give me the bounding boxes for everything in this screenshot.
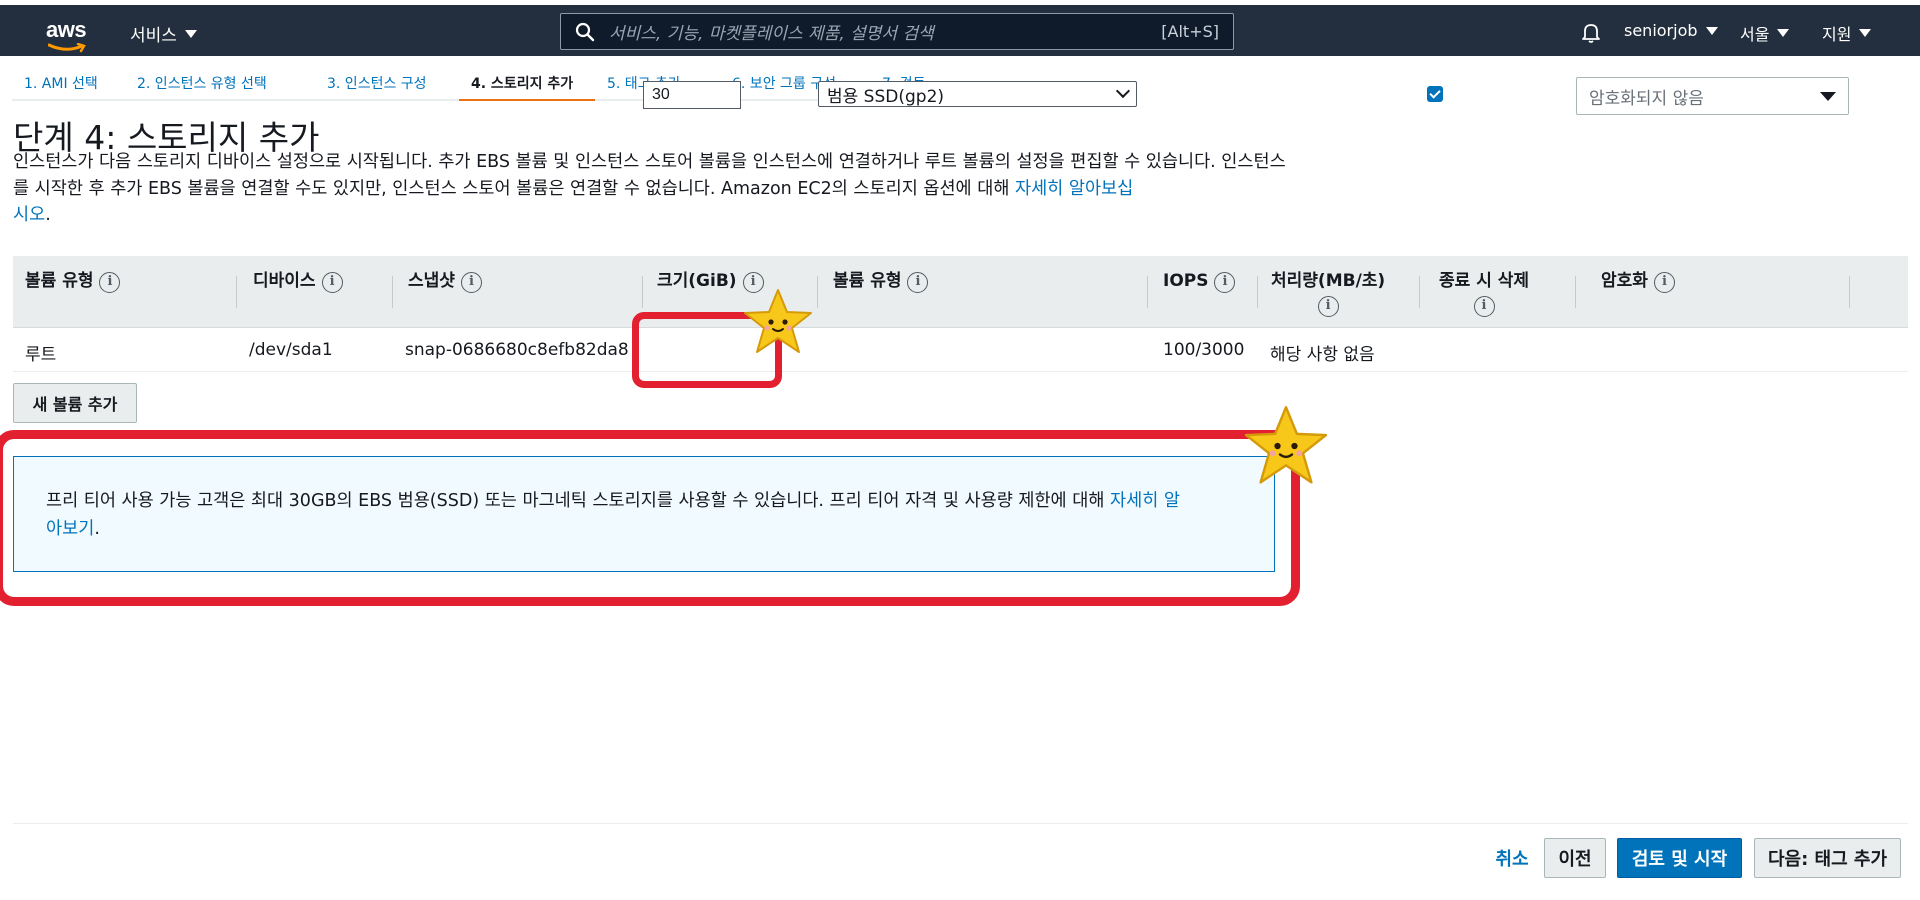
header-throughput: 처리량(MB/초) i <box>1271 270 1385 317</box>
cell-volume-type: 루트 <box>25 345 57 365</box>
learn-more-storage-link-cont[interactable]: 시오 <box>13 205 45 225</box>
table-row: 루트 /dev/sda1 snap-0686680c8efb82da8 100/… <box>13 328 1908 372</box>
encryption-select[interactable]: 암호화되지 않음 <box>1576 77 1849 115</box>
region-label: 서울 <box>1740 25 1770 44</box>
info-icon[interactable]: i <box>1214 272 1236 293</box>
storage-table: 볼륨 유형 i 디바이스 i 스냅샷 i 크기(GiB) i 볼륨 유형 i IOPS i … <box>13 256 1908 372</box>
cell-iops: 100/3000 <box>1163 340 1245 360</box>
search-placeholder: 서비스, 기능, 마켓플레이스 제품, 설명서 검색 <box>609 24 934 44</box>
cancel-button[interactable]: 취소 <box>1482 838 1542 878</box>
services-label: 서비스 <box>130 26 177 46</box>
header-ebs-volume-type: 볼륨 유형 i <box>833 270 929 293</box>
tab-instance-type[interactable]: 2. 인스턴스 유형 선택 <box>125 67 315 101</box>
services-menu[interactable]: 서비스 <box>130 21 197 46</box>
region-menu[interactable]: 서울 <box>1740 21 1790 45</box>
caret-down-icon <box>1705 26 1718 35</box>
tab-ami[interactable]: 1. AMI 선택 <box>12 67 125 101</box>
footer-divider <box>13 823 1908 824</box>
info-icon[interactable]: i <box>1473 296 1495 317</box>
aws-logo[interactable]: aws <box>46 17 88 53</box>
delete-on-termination-checkbox[interactable] <box>1427 86 1443 102</box>
aws-logo-text: aws <box>46 17 87 42</box>
header-iops: IOPS i <box>1163 270 1236 293</box>
previous-button[interactable]: 이전 <box>1544 838 1606 878</box>
encryption-value: 암호화되지 않음 <box>1589 88 1704 109</box>
tab-configure-instance[interactable]: 3. 인스턴스 구성 <box>315 67 459 101</box>
review-and-launch-button[interactable]: 검토 및 시작 <box>1617 838 1742 878</box>
ebs-volume-type-value: 범용 SSD(gp2) <box>827 86 945 107</box>
caret-down-icon <box>1820 91 1836 101</box>
info-icon[interactable]: i <box>1653 272 1675 293</box>
info-icon[interactable]: i <box>1317 296 1339 317</box>
free-tier-learn-more-link-cont[interactable]: 아보기 <box>46 519 94 539</box>
add-new-volume-button[interactable]: 새 볼륨 추가 <box>13 383 137 423</box>
free-tier-text: 프리 티어 사용 가능 고객은 최대 30GB의 EBS 범용(SSD) 또는 … <box>46 491 1110 511</box>
caret-down-icon <box>1777 29 1790 37</box>
info-icon[interactable]: i <box>460 272 482 293</box>
table-header: 볼륨 유형 i 디바이스 i 스냅샷 i 크기(GiB) i 볼륨 유형 i IOPS i … <box>13 256 1908 328</box>
info-icon[interactable]: i <box>907 272 929 293</box>
header-volume-type: 볼륨 유형 i <box>25 270 121 293</box>
free-tier-learn-more-link[interactable]: 자세히 알 <box>1110 491 1180 511</box>
page-description: 인스턴스가 다음 스토리지 디바이스 설정으로 시작됩니다. 추가 EBS 볼륨… <box>13 149 1293 229</box>
support-menu[interactable]: 지원 <box>1822 21 1872 45</box>
caret-down-icon <box>1859 29 1872 37</box>
cell-snapshot: snap-0686680c8efb82da8 <box>405 340 629 360</box>
search-bar[interactable]: 서비스, 기능, 마켓플레이스 제품, 설명서 검색 [Alt+S] <box>560 13 1234 50</box>
support-label: 지원 <box>1822 25 1852 44</box>
account-label: seniorjob <box>1624 21 1698 40</box>
header-size: 크기(GiB) i <box>657 270 764 293</box>
bell-icon[interactable] <box>1580 21 1602 43</box>
aws-smile-icon <box>48 43 86 53</box>
free-tier-info-box: 프리 티어 사용 가능 고객은 최대 30GB의 EBS 범용(SSD) 또는 … <box>13 456 1275 572</box>
account-menu[interactable]: seniorjob <box>1624 21 1718 40</box>
cell-device: /dev/sda1 <box>249 340 333 360</box>
next-add-tags-button[interactable]: 다음: 태그 추가 <box>1754 838 1901 878</box>
chevron-down-icon <box>1115 83 1131 99</box>
header-snapshot: 스냅샷 i <box>408 270 482 293</box>
free-tier-text-end: . <box>94 519 100 539</box>
cell-throughput: 해당 사항 없음 <box>1270 345 1375 365</box>
size-input[interactable] <box>643 81 741 109</box>
header-delete-on-termination: 종료 시 삭제 i <box>1439 270 1529 317</box>
info-icon[interactable]: i <box>321 272 343 293</box>
header-encryption: 암호화 i <box>1601 270 1675 293</box>
learn-more-storage-link[interactable]: 자세히 알아보십 <box>1015 179 1133 199</box>
search-shortcut-hint: [Alt+S] <box>1161 22 1219 41</box>
top-navigation-bar: aws 서비스 서비스, 기능, 마켓플레이스 제품, 설명서 검색 [Alt+… <box>0 0 1920 56</box>
search-icon <box>575 22 595 42</box>
info-icon[interactable]: i <box>99 272 121 293</box>
info-icon[interactable]: i <box>742 272 764 293</box>
header-device: 디바이스 i <box>253 270 343 293</box>
ebs-volume-type-select[interactable]: 범용 SSD(gp2) <box>818 81 1137 107</box>
description-text-1: 인스턴스가 다음 스토리지 디바이스 설정으로 시작됩니다. 추가 EBS 볼륨… <box>13 152 1195 172</box>
tab-add-storage[interactable]: 4. 스토리지 추가 <box>459 67 595 101</box>
description-end: . <box>45 205 51 225</box>
caret-down-icon <box>184 29 197 38</box>
